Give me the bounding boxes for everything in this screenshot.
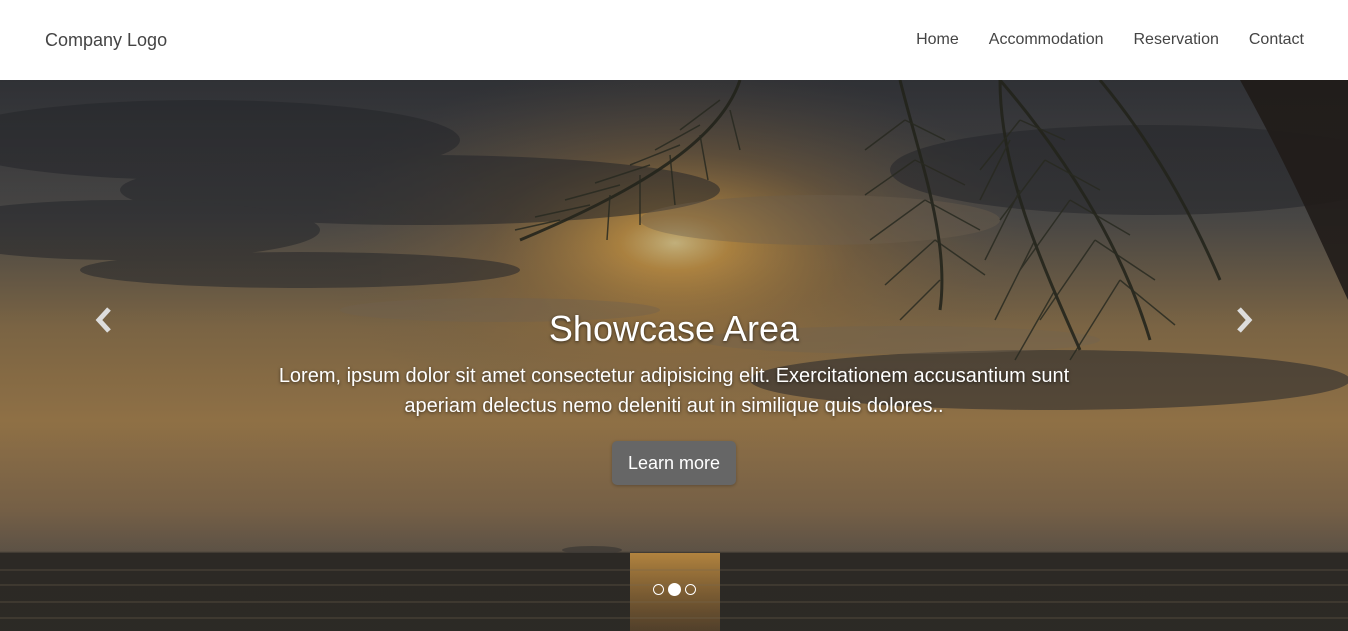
carousel-indicator-1[interactable] [652, 584, 664, 595]
main-nav: Home Accommodation Reservation Contact [916, 31, 1304, 49]
nav-accommodation[interactable]: Accommodation [989, 31, 1104, 49]
showcase-title: Showcase Area [548, 308, 800, 349]
showcase-carousel: Showcase Area Lorem, ipsum dolor sit ame… [0, 80, 1348, 631]
carousel-caption: Showcase Area Lorem, ipsum dolor sit ame… [0, 307, 1348, 485]
learn-more-button[interactable]: Learn more [611, 441, 737, 485]
nav-reservation[interactable]: Reservation [1133, 31, 1218, 49]
carousel-indicator-3[interactable] [684, 584, 696, 595]
showcase-text: Lorem, ipsum dolor sit amet consectetur … [278, 365, 1070, 417]
nav-home[interactable]: Home [916, 31, 959, 49]
carousel-indicators [0, 583, 1348, 596]
carousel-indicator-2[interactable] [667, 583, 681, 596]
nav-contact[interactable]: Contact [1249, 31, 1304, 49]
brand-logo[interactable]: Company Logo [45, 30, 167, 51]
navbar: Company Logo Home Accommodation Reservat… [0, 0, 1348, 80]
